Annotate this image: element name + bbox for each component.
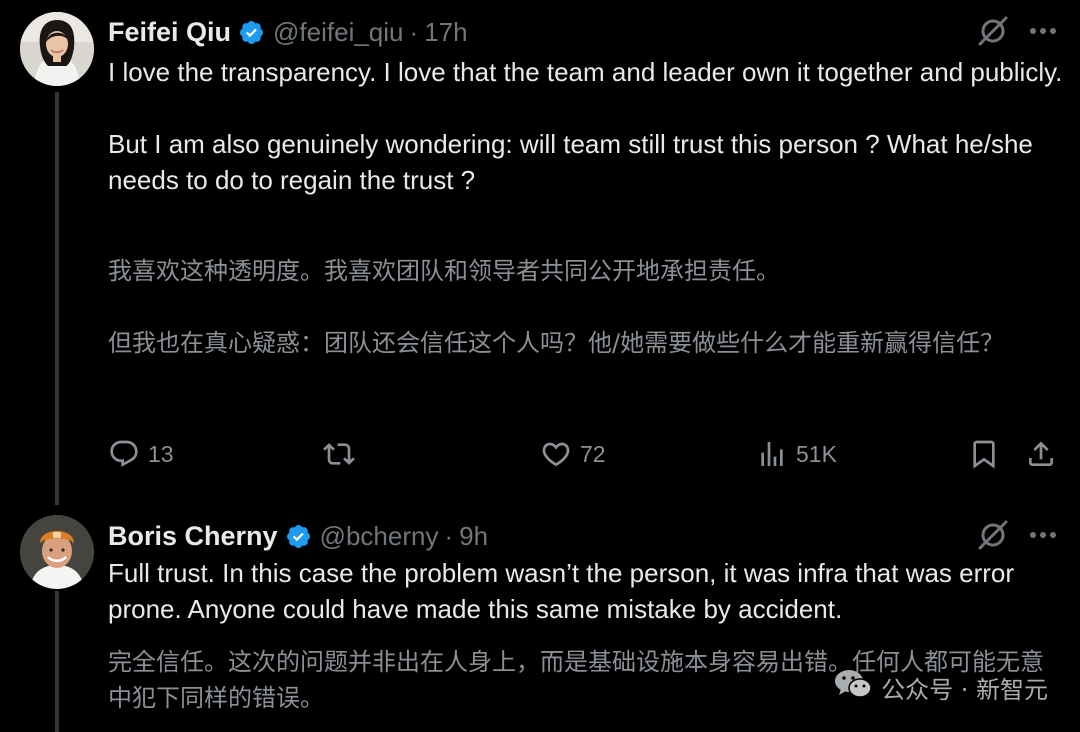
- like-count: 72: [580, 440, 606, 467]
- tweet-actions: 13 72 51K: [108, 432, 1063, 476]
- tweet-top-actions: [976, 518, 1058, 556]
- display-name[interactable]: Feifei Qiu: [108, 17, 231, 48]
- tweet-header: Feifei Qiu @feifei_qiu · 17h: [108, 12, 468, 52]
- reply-count: 13: [148, 440, 174, 467]
- watermark: 公众号 · 新智元: [833, 667, 1048, 707]
- separator-dot: ·: [409, 16, 419, 47]
- bookmark-button[interactable]: [968, 432, 1000, 476]
- timestamp[interactable]: 9h: [459, 521, 488, 552]
- like-icon: [540, 438, 572, 470]
- views-icon: [756, 438, 788, 470]
- thread-line: [55, 92, 59, 505]
- repost-icon: [323, 438, 355, 470]
- share-icon: [1025, 438, 1057, 470]
- timestamp[interactable]: 17h: [424, 17, 467, 48]
- avatar-image: [20, 12, 94, 86]
- wechat-icon: [833, 667, 873, 707]
- tweet-translation: 我喜欢这种透明度。我喜欢团队和领导者共同公开地承担责任。 但我也在真心疑惑：团队…: [108, 257, 1005, 357]
- verified-badge-icon[interactable]: [238, 19, 265, 46]
- reply-icon: [108, 438, 140, 470]
- tweet-header: Boris Cherny @bcherny · 9h: [108, 516, 488, 556]
- tweet-text: Full trust. In this case the problem was…: [108, 558, 1022, 624]
- views-count: 51K: [796, 440, 837, 467]
- tweet-text: I love the transparency. I love that the…: [108, 57, 1063, 195]
- bookmark-icon: [968, 438, 1000, 470]
- repost-button[interactable]: [323, 432, 363, 476]
- avatar[interactable]: [20, 12, 94, 86]
- avatar[interactable]: [20, 515, 94, 589]
- grok-icon[interactable]: [976, 518, 1010, 556]
- handle[interactable]: @bcherny: [320, 521, 439, 552]
- verified-badge-icon[interactable]: [285, 523, 312, 550]
- avatar-image: [20, 515, 94, 589]
- tweet[interactable]: Feifei Qiu @feifei_qiu · 17h I love the: [0, 0, 1080, 505]
- like-button[interactable]: 72: [540, 432, 606, 476]
- thread-line: [55, 591, 59, 732]
- more-icon[interactable]: [1028, 16, 1058, 50]
- display-name[interactable]: Boris Cherny: [108, 521, 278, 552]
- more-icon[interactable]: [1028, 520, 1058, 554]
- watermark-text: 公众号 · 新智元: [881, 675, 1048, 704]
- views-button[interactable]: 51K: [756, 432, 837, 476]
- tweet-top-actions: [976, 14, 1058, 52]
- share-button[interactable]: [1025, 432, 1057, 476]
- handle[interactable]: @feifei_qiu: [273, 17, 403, 48]
- grok-icon[interactable]: [976, 14, 1010, 52]
- separator-dot: ·: [444, 520, 454, 551]
- reply-button[interactable]: 13: [108, 432, 174, 476]
